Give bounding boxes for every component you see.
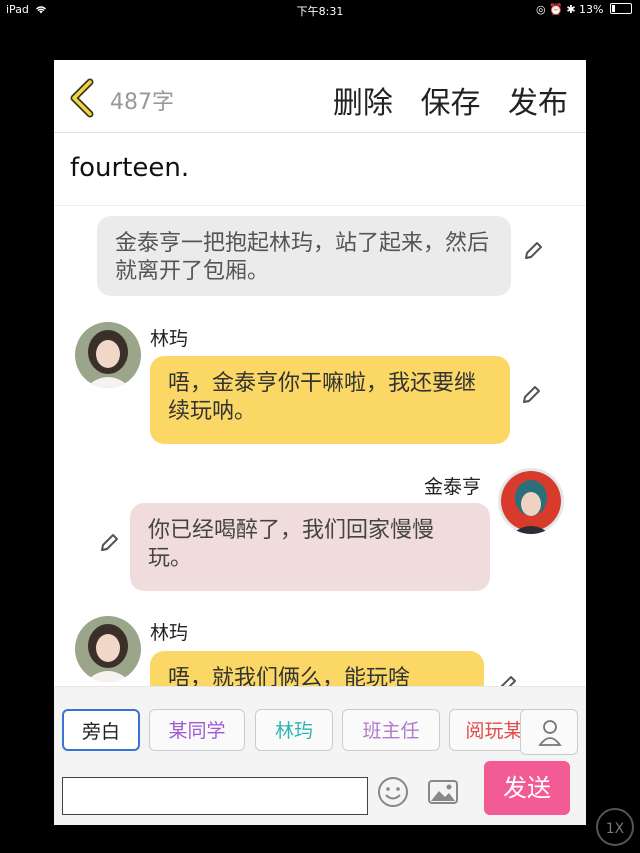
back-arrow-icon[interactable] xyxy=(68,78,98,118)
publish-button[interactable]: 发布 xyxy=(508,86,568,121)
pencil-icon[interactable] xyxy=(522,240,544,262)
add-character-button[interactable] xyxy=(520,709,578,755)
save-button[interactable]: 保存 xyxy=(420,86,480,121)
person-icon xyxy=(538,720,562,746)
lock-rotation-icon: ◎ xyxy=(536,3,546,16)
header-actions: 删除 保存 发布 xyxy=(315,78,568,122)
avatar-linyu[interactable] xyxy=(75,322,141,388)
zoom-button[interactable]: 1X xyxy=(596,808,634,846)
character-chip-teacher[interactable]: 班主任 xyxy=(342,709,440,751)
composer-panel: 旁白 某同学 林玙 班主任 阅玩某 发送 xyxy=(54,686,586,825)
speaker-name: 林玙 xyxy=(150,622,189,644)
character-chip-label: 林玙 xyxy=(274,720,313,742)
emoji-icon[interactable] xyxy=(376,775,410,809)
character-chip-label: 班主任 xyxy=(362,720,420,742)
pencil-icon[interactable] xyxy=(98,532,120,554)
speaker-name: 金泰亨 xyxy=(424,476,482,498)
send-button[interactable]: 发送 xyxy=(484,761,570,815)
chapter-title[interactable]: fourteen. xyxy=(70,153,189,183)
narration-bubble[interactable]: 金泰亨一把抱起林玙，站了起来，然后就离开了包厢。 xyxy=(97,216,511,296)
character-chip-label: 旁白 xyxy=(81,721,120,743)
chapter-title-bar[interactable]: fourteen. xyxy=(54,133,586,206)
avatar-jintaiheng[interactable] xyxy=(498,468,564,534)
alarm-icon: ⏰ xyxy=(549,3,563,16)
editor-window: 487字 删除 保存 发布 fourteen. 金泰亨一把抱起林玙，站了起来，然… xyxy=(54,60,586,825)
message-input[interactable] xyxy=(62,777,368,815)
top-bar: 487字 删除 保存 发布 xyxy=(54,60,586,133)
character-chip-linyu[interactable]: 林玙 xyxy=(255,709,333,751)
character-chip-classmate[interactable]: 某同学 xyxy=(149,709,245,751)
status-bar: iPad 下午8:31 ◎ ⏰ ✱ 13% xyxy=(0,0,640,20)
battery-icon xyxy=(610,3,632,14)
speaker-name: 林玙 xyxy=(150,328,189,350)
bluetooth-icon: ✱ xyxy=(566,3,576,16)
message-bubble[interactable]: 唔，金泰亨你干嘛啦，我还要继续玩呐。 xyxy=(150,356,510,444)
character-chip-label: 阅玩某 xyxy=(465,720,523,742)
word-count: 487字 xyxy=(110,90,174,115)
character-chip-label: 某同学 xyxy=(168,720,226,742)
message-bubble[interactable]: 你已经喝醉了，我们回家慢慢玩。 xyxy=(130,503,490,591)
character-chip-narrator[interactable]: 旁白 xyxy=(62,709,140,751)
delete-button[interactable]: 删除 xyxy=(333,86,393,121)
battery-percent: 13% xyxy=(579,3,604,16)
avatar-linyu[interactable] xyxy=(75,616,141,682)
pencil-icon[interactable] xyxy=(520,384,542,406)
image-icon[interactable] xyxy=(426,775,460,809)
status-right: ◎ ⏰ ✱ 13% xyxy=(536,3,632,16)
